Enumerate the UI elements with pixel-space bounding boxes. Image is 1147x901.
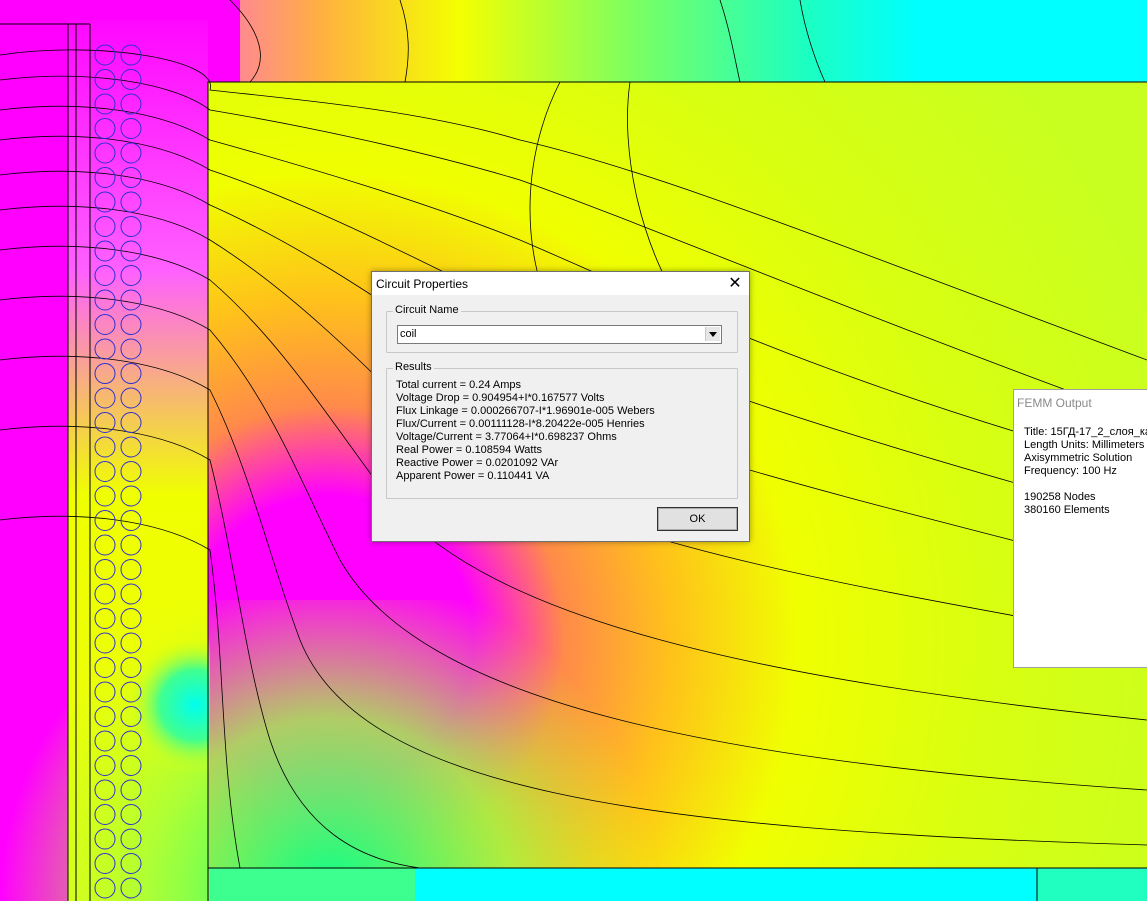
femm-output-title: FEMM Output <box>1017 396 1092 410</box>
close-icon[interactable]: ✕ <box>725 274 745 293</box>
result-voltage-current: Voltage/Current = 3.77064+I*0.698237 Ohm… <box>396 431 617 443</box>
femm-output-elements: 380160 Elements <box>1024 504 1110 516</box>
result-flux-linkage: Flux Linkage = 0.000266707-I*1.96901e-00… <box>396 405 655 417</box>
result-flux-current: Flux/Current = 0.00111128-I*8.20422e-005… <box>396 418 645 430</box>
result-reactive-power: Reactive Power = 0.0201092 VAr <box>396 457 559 469</box>
femm-output-nodes: 190258 Nodes <box>1024 491 1096 503</box>
result-total-current: Total current = 0.24 Amps <box>396 379 522 391</box>
ok-button[interactable]: OK <box>657 507 738 531</box>
chevron-down-icon <box>709 332 717 337</box>
results-group: Results Total current = 0.24 Amps Voltag… <box>386 361 738 499</box>
dropdown-button[interactable] <box>705 327 720 341</box>
dialog-title: Circuit Properties <box>376 277 469 291</box>
femm-output-title-line: Title: 15ГД-17_2_слоя_ка <box>1024 426 1147 438</box>
femm-output-solution-type: Axisymmetric Solution <box>1024 452 1133 464</box>
results-label: Results <box>393 361 434 373</box>
femm-output-window: FEMM Output Title: 15ГД-17_2_слоя_ка Len… <box>1013 389 1147 668</box>
circuit-name-value: coil <box>400 328 417 340</box>
circuit-name-select[interactable]: coil <box>397 325 722 344</box>
circuit-name-group: Circuit Name coil <box>386 304 738 353</box>
femm-output-length-units: Length Units: Millimeters <box>1024 439 1145 451</box>
femm-output-titlebar[interactable]: FEMM Output <box>1014 390 1147 414</box>
dialog-titlebar[interactable]: Circuit Properties ✕ <box>372 272 749 295</box>
result-voltage-drop: Voltage Drop = 0.904954+I*0.167577 Volts <box>396 392 605 404</box>
result-real-power: Real Power = 0.108594 Watts <box>396 444 543 456</box>
circuit-properties-dialog: Circuit Properties ✕ Circuit Name coil R… <box>371 271 750 542</box>
femm-output-frequency: Frequency: 100 Hz <box>1024 465 1117 477</box>
circuit-name-label: Circuit Name <box>393 304 461 316</box>
result-apparent-power: Apparent Power = 0.110441 VA <box>396 470 550 482</box>
